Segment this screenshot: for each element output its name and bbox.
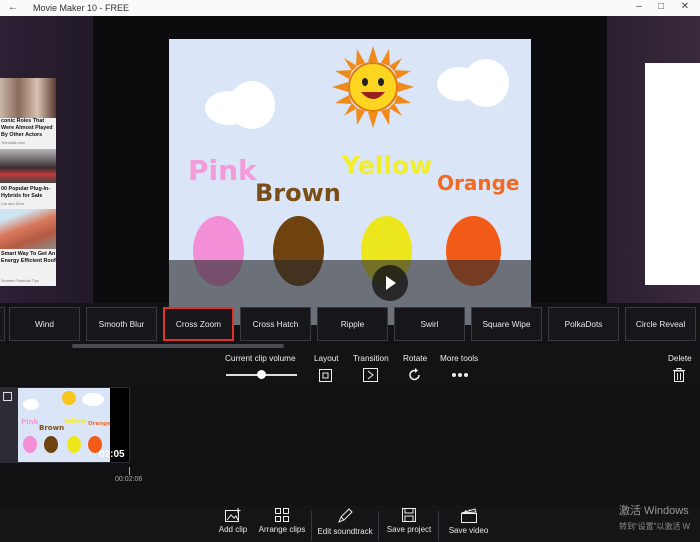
add-clip-label: Add clip xyxy=(218,525,248,534)
ad-source-2: Car and Drive xyxy=(1,202,25,206)
transition-ripple[interactable]: Ripple xyxy=(317,307,388,341)
pen-icon xyxy=(338,508,353,523)
clapperboard-icon xyxy=(460,508,477,523)
add-clip-button[interactable]: Add clip xyxy=(216,508,250,534)
transition-cross-hatch[interactable]: Cross Hatch xyxy=(240,307,311,341)
ad-source-3: Smarter Financial Tips xyxy=(1,279,39,283)
thumb-word-brown: Brown xyxy=(39,424,65,432)
thumb-word-orange: Orange xyxy=(88,421,110,427)
ad-title-1: conic Roles That Were Almost Played By O… xyxy=(1,118,53,138)
toolbar-separator xyxy=(438,511,439,541)
more-icon[interactable] xyxy=(451,372,469,378)
maximize-icon[interactable]: □ xyxy=(651,1,671,12)
ad-image-1 xyxy=(0,78,56,118)
toolbar-separator xyxy=(378,511,379,541)
cloud-right-b xyxy=(463,59,509,107)
thumb-word-yellow: Yellow xyxy=(64,418,86,425)
edit-soundtrack-button[interactable]: Edit soundtrack xyxy=(315,508,375,536)
transition-cross-zoom[interactable]: Cross Zoom xyxy=(163,307,234,341)
transition-polkadots[interactable]: PolkaDots xyxy=(548,307,619,341)
word-orange: Orange xyxy=(437,171,520,195)
title-bar: ← Movie Maker 10 - FREE – □ ✕ xyxy=(0,0,700,16)
activate-windows-watermark: 激活 Windows xyxy=(619,505,689,517)
thumb-egg-pink xyxy=(23,436,37,453)
playhead-time: 00:02:06 xyxy=(115,476,143,483)
trash-icon[interactable] xyxy=(673,368,685,382)
arrange-clips-button[interactable]: Arrange clips xyxy=(257,508,307,534)
side-ad[interactable]: conic Roles That Were Almost Played By O… xyxy=(0,78,56,286)
back-arrow-icon[interactable]: ← xyxy=(8,2,18,13)
arrange-clips-label: Arrange clips xyxy=(258,525,306,534)
thumb-cloud-right xyxy=(82,393,104,406)
word-pink: Pink xyxy=(188,154,257,187)
layout-label: Layout xyxy=(314,354,339,363)
transition-scrollbar[interactable] xyxy=(72,344,284,348)
thumb-egg-brown xyxy=(44,436,58,453)
thumb-cloud-left xyxy=(23,399,39,410)
transition-icon[interactable] xyxy=(363,368,378,382)
layout-icon[interactable] xyxy=(319,369,332,382)
toolbar-separator xyxy=(311,511,312,541)
more-tools-label: More tools xyxy=(440,354,479,363)
grid-icon xyxy=(275,508,289,522)
next-media-preview xyxy=(645,63,700,285)
transition-smooth-blur[interactable]: Smooth Blur xyxy=(86,307,157,341)
film-icon xyxy=(3,392,12,401)
rotate-label: Rotate xyxy=(403,354,428,363)
edit-soundtrack-label: Edit soundtrack xyxy=(317,527,373,536)
transition-swirl[interactable]: Swirl xyxy=(394,307,465,341)
clip-thumbnail[interactable]: Pink Brown Yellow Orange xyxy=(18,388,110,462)
delete-label: Delete xyxy=(668,354,692,363)
play-button[interactable] xyxy=(372,265,408,301)
transition-label: Transition xyxy=(353,354,389,363)
thumb-sun xyxy=(62,391,76,405)
window-title: Movie Maker 10 - FREE xyxy=(33,3,130,13)
transition-list: Wind Smooth Blur Cross Zoom Cross Hatch … xyxy=(0,307,700,343)
transition-circle-reveal[interactable]: Circle Reveal xyxy=(625,307,696,341)
thumb-word-pink: Pink xyxy=(21,418,39,426)
cloud-left-b xyxy=(229,81,275,129)
minimize-icon[interactable]: – xyxy=(629,1,649,12)
save-video-button[interactable]: Save video xyxy=(446,508,491,535)
floppy-disk-icon xyxy=(402,508,416,522)
transition-partial[interactable] xyxy=(0,307,5,341)
thumb-egg-yellow xyxy=(67,436,81,453)
playhead[interactable] xyxy=(129,467,130,475)
volume-label: Current clip volume xyxy=(225,354,296,363)
ad-source-1: Trendtalk.com xyxy=(1,141,25,145)
save-project-button[interactable]: Save project xyxy=(384,508,434,534)
sun-icon xyxy=(332,46,414,128)
close-icon[interactable]: ✕ xyxy=(675,1,695,12)
transition-square-wipe[interactable]: Square Wipe xyxy=(471,307,542,341)
ad-image-2 xyxy=(0,149,56,183)
save-project-label: Save project xyxy=(386,525,432,534)
word-yellow: Yellow xyxy=(342,151,433,180)
word-brown: Brown xyxy=(255,179,341,207)
ad-title-3: Smart Way To Get An Energy Efficient Roo… xyxy=(1,251,56,264)
ad-image-3 xyxy=(0,209,56,249)
video-preview[interactable]: Pink Brown Yellow Orange xyxy=(169,39,531,325)
ad-title-2: 00 Popular Plug-In-Hybrids for Sale xyxy=(1,186,51,199)
save-video-label: Save video xyxy=(448,526,489,535)
activate-windows-hint: 转到“设置”以激活 W xyxy=(619,522,691,531)
rotate-icon[interactable] xyxy=(408,368,422,382)
clip-duration: 02:05 xyxy=(99,449,125,460)
add-clip-icon xyxy=(225,508,241,522)
volume-slider-thumb[interactable] xyxy=(257,370,266,379)
transition-wind[interactable]: Wind xyxy=(9,307,80,341)
